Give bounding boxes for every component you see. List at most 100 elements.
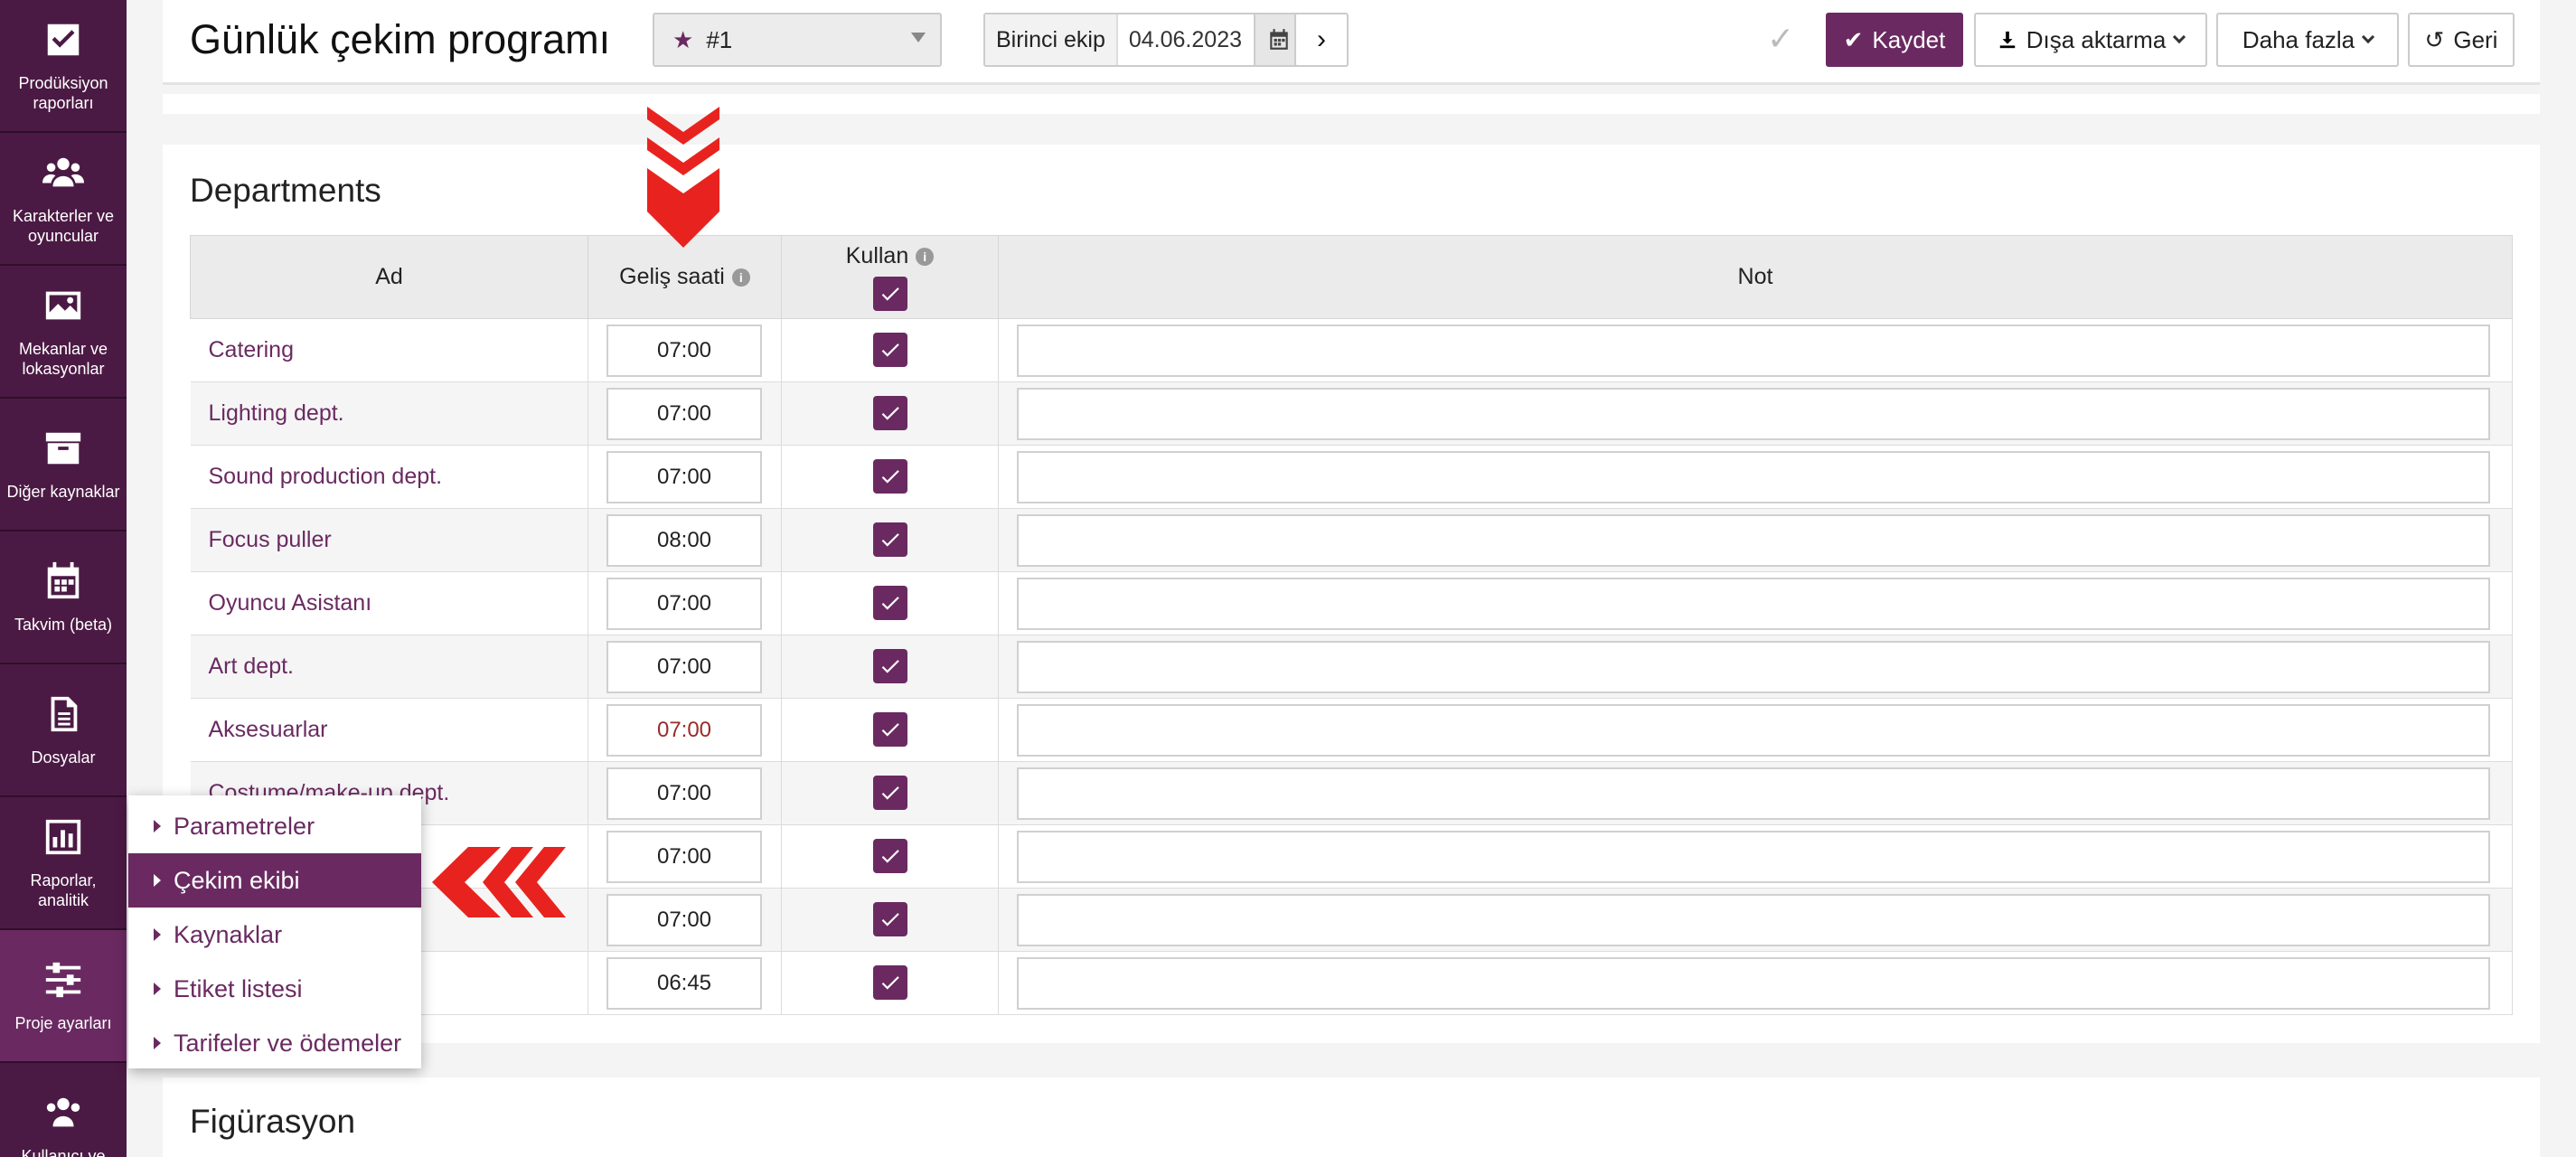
department-name[interactable]: Sound production dept. (190, 445, 588, 509)
department-name[interactable]: Catering (190, 318, 588, 382)
use-checkbox[interactable] (872, 333, 907, 367)
back-button[interactable]: ↺ Geri (2408, 13, 2515, 67)
check-icon (881, 850, 899, 863)
note-input[interactable] (1017, 640, 2490, 693)
bar-chart-icon (45, 819, 81, 854)
note-input[interactable] (1017, 830, 2490, 883)
arrival-time-input[interactable] (606, 767, 762, 820)
sidebar-item-calendar[interactable]: Takvim (beta) (0, 531, 127, 664)
caret-right-icon (154, 983, 161, 995)
archive-icon (45, 432, 81, 464)
next-day-button[interactable]: › (1294, 13, 1349, 67)
department-name[interactable]: Lighting dept. (190, 381, 588, 446)
arrival-time-input[interactable] (606, 893, 762, 946)
sidebar-item-locations[interactable]: Mekanlar ve lokasyonlar (0, 266, 127, 399)
department-name[interactable]: Oyuncu Asistanı (190, 571, 588, 635)
arrival-time-input[interactable] (606, 956, 762, 1010)
caret-right-icon (154, 928, 161, 941)
users-icon (42, 157, 84, 186)
column-header-use: Kullan i (781, 235, 999, 319)
note-input[interactable] (1017, 577, 2490, 630)
arrival-time-input[interactable] (606, 324, 762, 377)
note-input[interactable] (1017, 324, 2490, 377)
caret-right-icon (154, 1037, 161, 1049)
flyout-item-rates[interactable]: Tarifeler ve ödemeler (128, 1016, 421, 1070)
project-settings-flyout: Parametreler Çekim ekibi Kaynaklar Etike… (128, 795, 421, 1068)
column-header-name: Ad (190, 235, 588, 319)
use-checkbox[interactable] (872, 586, 907, 620)
figurasyon-panel: Figürasyon (163, 1077, 2540, 1157)
note-input[interactable] (1017, 703, 2490, 757)
note-input[interactable] (1017, 513, 2490, 567)
info-icon: i (731, 268, 750, 287)
use-checkbox[interactable] (872, 459, 907, 494)
arrival-time-input[interactable] (606, 513, 762, 567)
department-name[interactable]: Art dept. (190, 635, 588, 699)
note-input[interactable] (1017, 387, 2490, 440)
check-icon (881, 407, 899, 420)
arrival-time-input[interactable] (606, 640, 762, 693)
table-row (190, 951, 2513, 1015)
arrival-time-input[interactable] (606, 387, 762, 440)
table-row: Costume/make-up dept. (190, 761, 2513, 825)
download-icon (1999, 31, 2015, 49)
note-input[interactable] (1017, 450, 2490, 503)
export-label: Dışa aktarma (2026, 25, 2167, 53)
undo-icon: ↺ (2424, 25, 2445, 53)
sidebar-item-reports[interactable]: Raporlar, analitik (0, 797, 127, 930)
arrival-time-input[interactable] (606, 577, 762, 630)
sidebar-item-label: Proje ayarları (14, 1013, 112, 1032)
use-checkbox[interactable] (872, 839, 907, 873)
use-checkbox[interactable] (872, 712, 907, 747)
flyout-item-parameters[interactable]: Parametreler (128, 799, 421, 853)
arrival-time-input[interactable] (606, 830, 762, 883)
note-input[interactable] (1017, 956, 2490, 1010)
more-button[interactable]: Daha fazla (2216, 13, 2399, 67)
sidebar-item-label: Karakterler ve oyuncular (12, 206, 115, 245)
check-icon (881, 976, 899, 990)
use-checkbox[interactable] (872, 649, 907, 683)
caret-right-icon (154, 820, 161, 832)
flyout-item-crew[interactable]: Çekim ekibi (128, 853, 421, 908)
chevron-down-icon (2173, 30, 2186, 44)
select-all-checkbox[interactable] (872, 276, 907, 311)
sidebar-item-files[interactable]: Dosyalar (0, 664, 127, 797)
export-button[interactable]: Dışa aktarma (1974, 13, 2207, 67)
red-arrow-down-icon (647, 107, 719, 248)
check-square-icon (47, 24, 80, 55)
flyout-item-resources[interactable]: Kaynaklar (128, 908, 421, 962)
caret-right-icon (154, 874, 161, 887)
department-name[interactable]: Aksesuarlar (190, 698, 588, 762)
sidebar-item-users[interactable]: Kullanıcı ve (0, 1063, 127, 1157)
arrival-time-input[interactable] (606, 703, 762, 757)
save-button[interactable]: ✔ Kaydet (1826, 13, 1963, 67)
use-checkbox[interactable] (872, 396, 907, 430)
departments-title: Departments (190, 172, 381, 209)
note-input[interactable] (1017, 893, 2490, 946)
use-checkbox[interactable] (872, 522, 907, 557)
calendar-icon (47, 561, 80, 598)
sidebar-item-project-settings[interactable]: Proje ayarları (0, 930, 127, 1063)
use-checkbox[interactable] (872, 965, 907, 1000)
use-checkbox[interactable] (872, 776, 907, 810)
table-row: Aksesuarlar (190, 698, 2513, 762)
users-icon (46, 1097, 80, 1126)
calendar-icon (1270, 29, 1288, 50)
flyout-item-tag-list[interactable]: Etiket listesi (128, 962, 421, 1016)
check-icon (881, 913, 899, 927)
sidebar-item-label: Dosyalar (31, 748, 96, 767)
department-name[interactable]: Focus puller (190, 508, 588, 572)
sidebar-item-characters[interactable]: Karakterler ve oyuncular (0, 133, 127, 266)
date-input[interactable] (1117, 14, 1254, 65)
sidebar-item-label: Diğer kaynaklar (6, 482, 120, 501)
table-row: Focus puller (190, 508, 2513, 572)
note-input[interactable] (1017, 767, 2490, 820)
sidebar-item-other-resources[interactable]: Diğer kaynaklar (0, 399, 127, 531)
use-checkbox[interactable] (872, 902, 907, 936)
sidebar-item-label: Kullanıcı ve (21, 1146, 106, 1157)
arrival-time-input[interactable] (606, 450, 762, 503)
back-label: Geri (2453, 25, 2498, 53)
version-select[interactable]: ★ #1 (653, 13, 942, 67)
caret-down-icon (911, 33, 926, 42)
sidebar-item-production-reports[interactable]: Prodüksiyon raporları (0, 0, 127, 133)
